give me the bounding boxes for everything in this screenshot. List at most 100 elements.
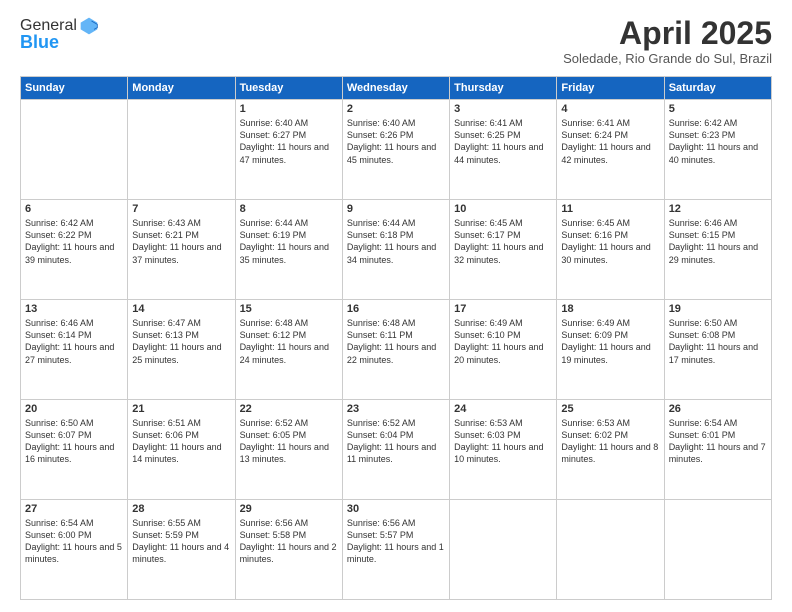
day-info: Sunrise: 6:52 AMSunset: 6:04 PMDaylight:… xyxy=(347,417,445,466)
week-row-5: 27Sunrise: 6:54 AMSunset: 6:00 PMDayligh… xyxy=(21,500,772,600)
day-number: 16 xyxy=(347,303,445,315)
day-info: Sunrise: 6:48 AMSunset: 6:11 PMDaylight:… xyxy=(347,317,445,366)
day-info: Sunrise: 6:49 AMSunset: 6:09 PMDaylight:… xyxy=(561,317,659,366)
day-cell-6: 6 Sunrise: 6:42 AMSunset: 6:22 PMDaylight… xyxy=(21,200,128,300)
day-cell-19: 19Sunrise: 6:50 AMSunset: 6:08 PMDayligh… xyxy=(664,300,771,400)
location: Soledade, Rio Grande do Sul, Brazil xyxy=(563,51,772,66)
day-info: Sunrise: 6:43 AMSunset: 6:21 PMDaylight:… xyxy=(132,217,230,266)
day-number: 11 xyxy=(561,203,659,215)
day-cell-24: 24 Sunrise: 6:53 AMSunset: 6:03 PMDayligh… xyxy=(450,400,557,500)
day-cell-20: 20 Sunrise: 6:50 AMSunset: 6:07 PMDayligh… xyxy=(21,400,128,500)
title-block: April 2025 Soledade, Rio Grande do Sul, … xyxy=(563,16,772,66)
day-cell-4: 4 Sunrise: 6:41 AMSunset: 6:24 PMDaylight… xyxy=(557,100,664,200)
day-number: 6 xyxy=(25,203,123,215)
day-cell-23: 23 Sunrise: 6:52 AMSunset: 6:04 PMDayligh… xyxy=(342,400,449,500)
day-cell-22: 22 Sunrise: 6:52 AMSunset: 6:05 PMDayligh… xyxy=(235,400,342,500)
weekday-header-monday: Monday xyxy=(128,77,235,100)
day-info: Sunrise: 6:44 AMSunset: 6:19 PMDaylight:… xyxy=(240,217,338,266)
day-cell-27: 27Sunrise: 6:54 AMSunset: 6:00 PMDayligh… xyxy=(21,500,128,600)
day-info: Sunrise: 6:47 AMSunset: 6:13 PMDaylight:… xyxy=(132,317,230,366)
day-cell-13: 13Sunrise: 6:46 AMSunset: 6:14 PMDayligh… xyxy=(21,300,128,400)
day-cell-29: 29 Sunrise: 6:56 AMSunset: 5:58 PMDayligh… xyxy=(235,500,342,600)
day-number: 22 xyxy=(240,403,338,415)
week-row-1: 1 Sunrise: 6:40 AMSunset: 6:27 PMDaylight… xyxy=(21,100,772,200)
day-number: 30 xyxy=(347,503,445,515)
day-info: Sunrise: 6:40 AMSunset: 6:27 PMDaylight:… xyxy=(240,117,338,166)
day-info: Sunrise: 6:56 AMSunset: 5:58 PMDaylight:… xyxy=(240,517,338,566)
day-number: 23 xyxy=(347,403,445,415)
day-cell-25: 25 Sunrise: 6:53 AMSunset: 6:02 PMDayligh… xyxy=(557,400,664,500)
day-number: 26 xyxy=(669,403,767,415)
day-cell-11: 11 Sunrise: 6:45 AMSunset: 6:16 PMDayligh… xyxy=(557,200,664,300)
day-cell-21: 21 Sunrise: 6:51 AMSunset: 6:06 PMDayligh… xyxy=(128,400,235,500)
weekday-header-friday: Friday xyxy=(557,77,664,100)
day-info: Sunrise: 6:45 AMSunset: 6:17 PMDaylight:… xyxy=(454,217,552,266)
weekday-header-wednesday: Wednesday xyxy=(342,77,449,100)
weekday-header-tuesday: Tuesday xyxy=(235,77,342,100)
day-info: Sunrise: 6:44 AMSunset: 6:18 PMDaylight:… xyxy=(347,217,445,266)
day-cell-28: 28 Sunrise: 6:55 AMSunset: 5:59 PMDayligh… xyxy=(128,500,235,600)
weekday-header-saturday: Saturday xyxy=(664,77,771,100)
logo-icon xyxy=(79,16,99,36)
day-info: Sunrise: 6:49 AMSunset: 6:10 PMDaylight:… xyxy=(454,317,552,366)
day-cell-30: 30Sunrise: 6:56 AMSunset: 5:57 PMDayligh… xyxy=(342,500,449,600)
day-info: Sunrise: 6:55 AMSunset: 5:59 PMDaylight:… xyxy=(132,517,230,566)
month-title: April 2025 xyxy=(563,16,772,51)
day-number: 25 xyxy=(561,403,659,415)
day-cell-1: 1 Sunrise: 6:40 AMSunset: 6:27 PMDaylight… xyxy=(235,100,342,200)
day-info: Sunrise: 6:51 AMSunset: 6:06 PMDaylight:… xyxy=(132,417,230,466)
weekday-header-row: SundayMondayTuesdayWednesdayThursdayFrid… xyxy=(21,77,772,100)
day-info: Sunrise: 6:41 AMSunset: 6:25 PMDaylight:… xyxy=(454,117,552,166)
day-cell-18: 18 Sunrise: 6:49 AMSunset: 6:09 PMDayligh… xyxy=(557,300,664,400)
day-cell-10: 10 Sunrise: 6:45 AMSunset: 6:17 PMDayligh… xyxy=(450,200,557,300)
day-info: Sunrise: 6:48 AMSunset: 6:12 PMDaylight:… xyxy=(240,317,338,366)
day-number: 4 xyxy=(561,103,659,115)
week-row-4: 20 Sunrise: 6:50 AMSunset: 6:07 PMDayligh… xyxy=(21,400,772,500)
day-number: 21 xyxy=(132,403,230,415)
day-number: 28 xyxy=(132,503,230,515)
day-cell-8: 8 Sunrise: 6:44 AMSunset: 6:19 PMDaylight… xyxy=(235,200,342,300)
day-number: 3 xyxy=(454,103,552,115)
logo: General Blue xyxy=(20,16,99,53)
day-cell-26: 26 Sunrise: 6:54 AMSunset: 6:01 PMDayligh… xyxy=(664,400,771,500)
day-cell-15: 15 Sunrise: 6:48 AMSunset: 6:12 PMDayligh… xyxy=(235,300,342,400)
weekday-header-sunday: Sunday xyxy=(21,77,128,100)
day-info: Sunrise: 6:53 AMSunset: 6:03 PMDaylight:… xyxy=(454,417,552,466)
day-number: 14 xyxy=(132,303,230,315)
day-number: 10 xyxy=(454,203,552,215)
day-info: Sunrise: 6:50 AMSunset: 6:07 PMDaylight:… xyxy=(25,417,123,466)
empty-cell xyxy=(450,500,557,600)
day-info: Sunrise: 6:42 AMSunset: 6:22 PMDaylight:… xyxy=(25,217,123,266)
day-cell-3: 3 Sunrise: 6:41 AMSunset: 6:25 PMDaylight… xyxy=(450,100,557,200)
empty-cell xyxy=(664,500,771,600)
day-cell-9: 9Sunrise: 6:44 AMSunset: 6:18 PMDaylight… xyxy=(342,200,449,300)
day-info: Sunrise: 6:54 AMSunset: 6:01 PMDaylight:… xyxy=(669,417,767,466)
day-number: 15 xyxy=(240,303,338,315)
empty-cell xyxy=(557,500,664,600)
day-info: Sunrise: 6:46 AMSunset: 6:14 PMDaylight:… xyxy=(25,317,123,366)
day-info: Sunrise: 6:52 AMSunset: 6:05 PMDaylight:… xyxy=(240,417,338,466)
day-cell-16: 16 Sunrise: 6:48 AMSunset: 6:11 PMDayligh… xyxy=(342,300,449,400)
week-row-2: 6 Sunrise: 6:42 AMSunset: 6:22 PMDaylight… xyxy=(21,200,772,300)
day-cell-12: 12Sunrise: 6:46 AMSunset: 6:15 PMDayligh… xyxy=(664,200,771,300)
day-info: Sunrise: 6:41 AMSunset: 6:24 PMDaylight:… xyxy=(561,117,659,166)
day-cell-17: 17Sunrise: 6:49 AMSunset: 6:10 PMDayligh… xyxy=(450,300,557,400)
day-number: 27 xyxy=(25,503,123,515)
day-number: 2 xyxy=(347,103,445,115)
page: General Blue April 2025 Soledade, Rio Gr… xyxy=(0,0,792,612)
day-number: 18 xyxy=(561,303,659,315)
header: General Blue April 2025 Soledade, Rio Gr… xyxy=(20,16,772,66)
day-number: 24 xyxy=(454,403,552,415)
day-number: 1 xyxy=(240,103,338,115)
day-number: 20 xyxy=(25,403,123,415)
day-cell-7: 7 Sunrise: 6:43 AMSunset: 6:21 PMDaylight… xyxy=(128,200,235,300)
day-number: 29 xyxy=(240,503,338,515)
day-number: 7 xyxy=(132,203,230,215)
day-info: Sunrise: 6:46 AMSunset: 6:15 PMDaylight:… xyxy=(669,217,767,266)
day-number: 8 xyxy=(240,203,338,215)
day-info: Sunrise: 6:53 AMSunset: 6:02 PMDaylight:… xyxy=(561,417,659,466)
day-info: Sunrise: 6:45 AMSunset: 6:16 PMDaylight:… xyxy=(561,217,659,266)
day-number: 5 xyxy=(669,103,767,115)
day-info: Sunrise: 6:50 AMSunset: 6:08 PMDaylight:… xyxy=(669,317,767,366)
day-info: Sunrise: 6:40 AMSunset: 6:26 PMDaylight:… xyxy=(347,117,445,166)
